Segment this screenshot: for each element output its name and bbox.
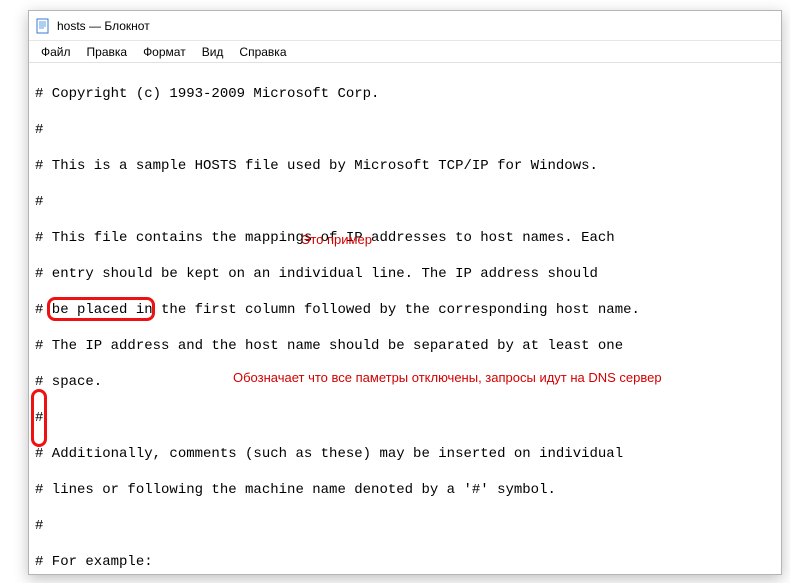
text-area[interactable]: # Copyright (c) 1993-2009 Microsoft Corp… <box>29 63 781 574</box>
text-line: # Copyright (c) 1993-2009 Microsoft Corp… <box>35 85 775 103</box>
text-line: # <box>35 121 775 139</box>
menu-help[interactable]: Справка <box>231 43 294 61</box>
text-line: # lines or following the machine name de… <box>35 481 775 499</box>
text-line: # <box>35 193 775 211</box>
text-line: # For example: <box>35 553 775 571</box>
text-line: # <box>35 517 775 535</box>
menu-view[interactable]: Вид <box>194 43 232 61</box>
notepad-window: hosts — Блокнот Файл Правка Формат Вид С… <box>28 10 782 575</box>
menu-edit[interactable]: Правка <box>79 43 136 61</box>
menu-format[interactable]: Формат <box>135 43 194 61</box>
text-line: # This file contains the mappings of IP … <box>35 229 775 247</box>
text-line: # The IP address and the host name shoul… <box>35 337 775 355</box>
notepad-icon <box>35 18 51 34</box>
menu-bar: Файл Правка Формат Вид Справка <box>29 41 781 63</box>
text-line: # This is a sample HOSTS file used by Mi… <box>35 157 775 175</box>
text-line: # <box>35 409 775 427</box>
menu-file[interactable]: Файл <box>33 43 79 61</box>
text-line: # be placed in the first column followed… <box>35 301 775 319</box>
text-line: # entry should be kept on an individual … <box>35 265 775 283</box>
annotation-example: Это пример <box>301 231 372 249</box>
text-line: # Additionally, comments (such as these)… <box>35 445 775 463</box>
annotation-dns: Обозначает что все паметры отключены, за… <box>233 369 662 387</box>
title-bar[interactable]: hosts — Блокнот <box>29 11 781 41</box>
window-title: hosts — Блокнот <box>57 19 150 33</box>
